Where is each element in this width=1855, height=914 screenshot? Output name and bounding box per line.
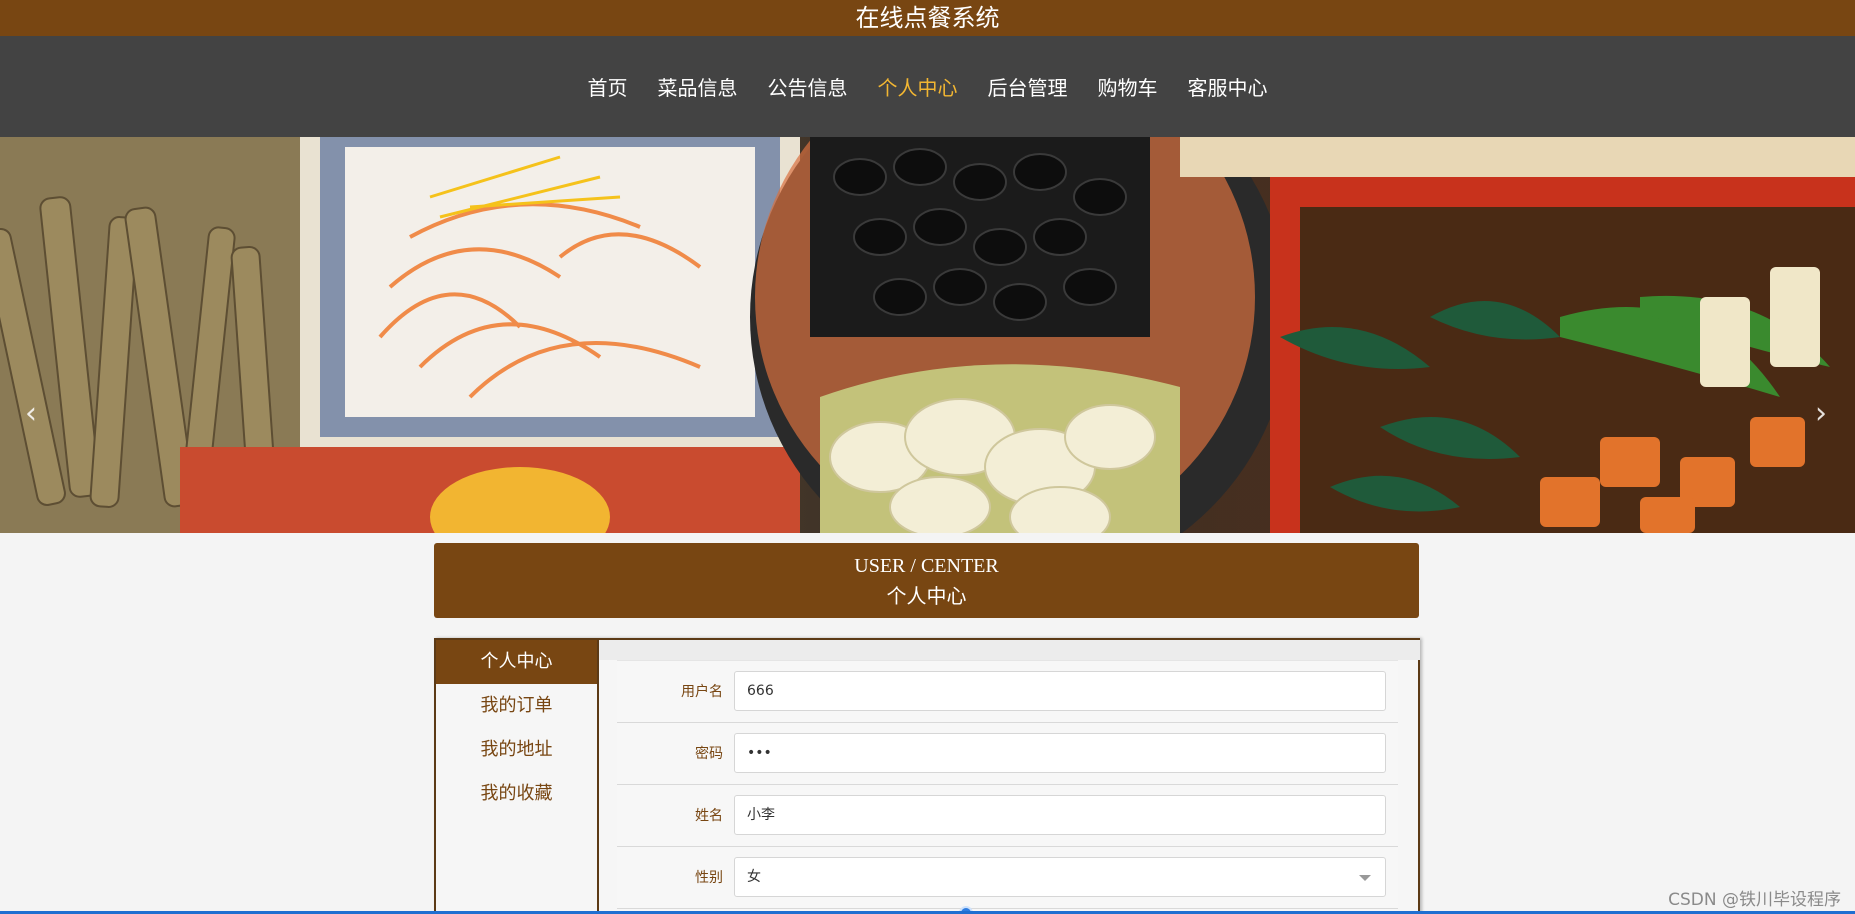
sidebar-item-user-center[interactable]: 个人中心 (436, 640, 597, 684)
form-row-password: 密码 ••• (617, 723, 1398, 785)
name-input[interactable]: 小李 (734, 795, 1386, 835)
nav-item-service[interactable]: 客服中心 (1173, 72, 1283, 101)
username-label: 用户名 (681, 684, 723, 700)
site-title: 在线点餐系统 (0, 0, 1855, 36)
form-row-gender: 性别 女 (617, 847, 1398, 909)
gender-select-value: 女 (747, 869, 761, 885)
nav-item-notices[interactable]: 公告信息 (753, 72, 863, 101)
carousel-prev-icon[interactable]: ‹ (25, 399, 37, 429)
user-center-panel: 个人中心 我的订单 我的地址 我的收藏 用户名 666 密码 ••• 姓名 小李… (434, 638, 1420, 914)
password-label: 密码 (695, 746, 723, 762)
sidebar-item-my-orders[interactable]: 我的订单 (436, 684, 597, 728)
form-top-strip (599, 640, 1420, 660)
form-row-name: 姓名 小李 (617, 785, 1398, 847)
food-banner-carousel[interactable]: ‹ › (0, 137, 1855, 533)
user-center-header: USER / CENTER 个人中心 (434, 543, 1419, 618)
main-nav: 首页 菜品信息 公告信息 个人中心 后台管理 购物车 客服中心 (0, 36, 1855, 137)
nav-item-home[interactable]: 首页 (573, 72, 643, 101)
username-input[interactable]: 666 (734, 671, 1386, 711)
sidebar-item-my-address[interactable]: 我的地址 (436, 728, 597, 772)
gender-label: 性别 (695, 870, 723, 886)
user-center-title-en: USER / CENTER (854, 555, 999, 577)
chevron-down-icon (1359, 875, 1371, 881)
sidebar-item-my-favorites[interactable]: 我的收藏 (436, 772, 597, 816)
watermark: CSDN @铁川毕设程序 (1668, 890, 1841, 910)
carousel-next-icon[interactable]: › (1815, 399, 1827, 429)
food-banner-image (0, 137, 1855, 533)
nav-item-admin[interactable]: 后台管理 (973, 72, 1083, 101)
user-sidebar: 个人中心 我的订单 我的地址 我的收藏 (436, 640, 599, 914)
name-label: 姓名 (695, 808, 723, 824)
nav-item-dishes[interactable]: 菜品信息 (643, 72, 753, 101)
form-row-username: 用户名 666 (617, 661, 1398, 723)
profile-form: 用户名 666 密码 ••• 姓名 小李 性别 女 (617, 660, 1398, 914)
password-input[interactable]: ••• (734, 733, 1386, 773)
user-center-title-zh: 个人中心 (886, 586, 967, 608)
nav-item-cart[interactable]: 购物车 (1083, 72, 1173, 101)
gender-select[interactable]: 女 (734, 857, 1386, 897)
nav-item-user-center[interactable]: 个人中心 (863, 72, 973, 101)
